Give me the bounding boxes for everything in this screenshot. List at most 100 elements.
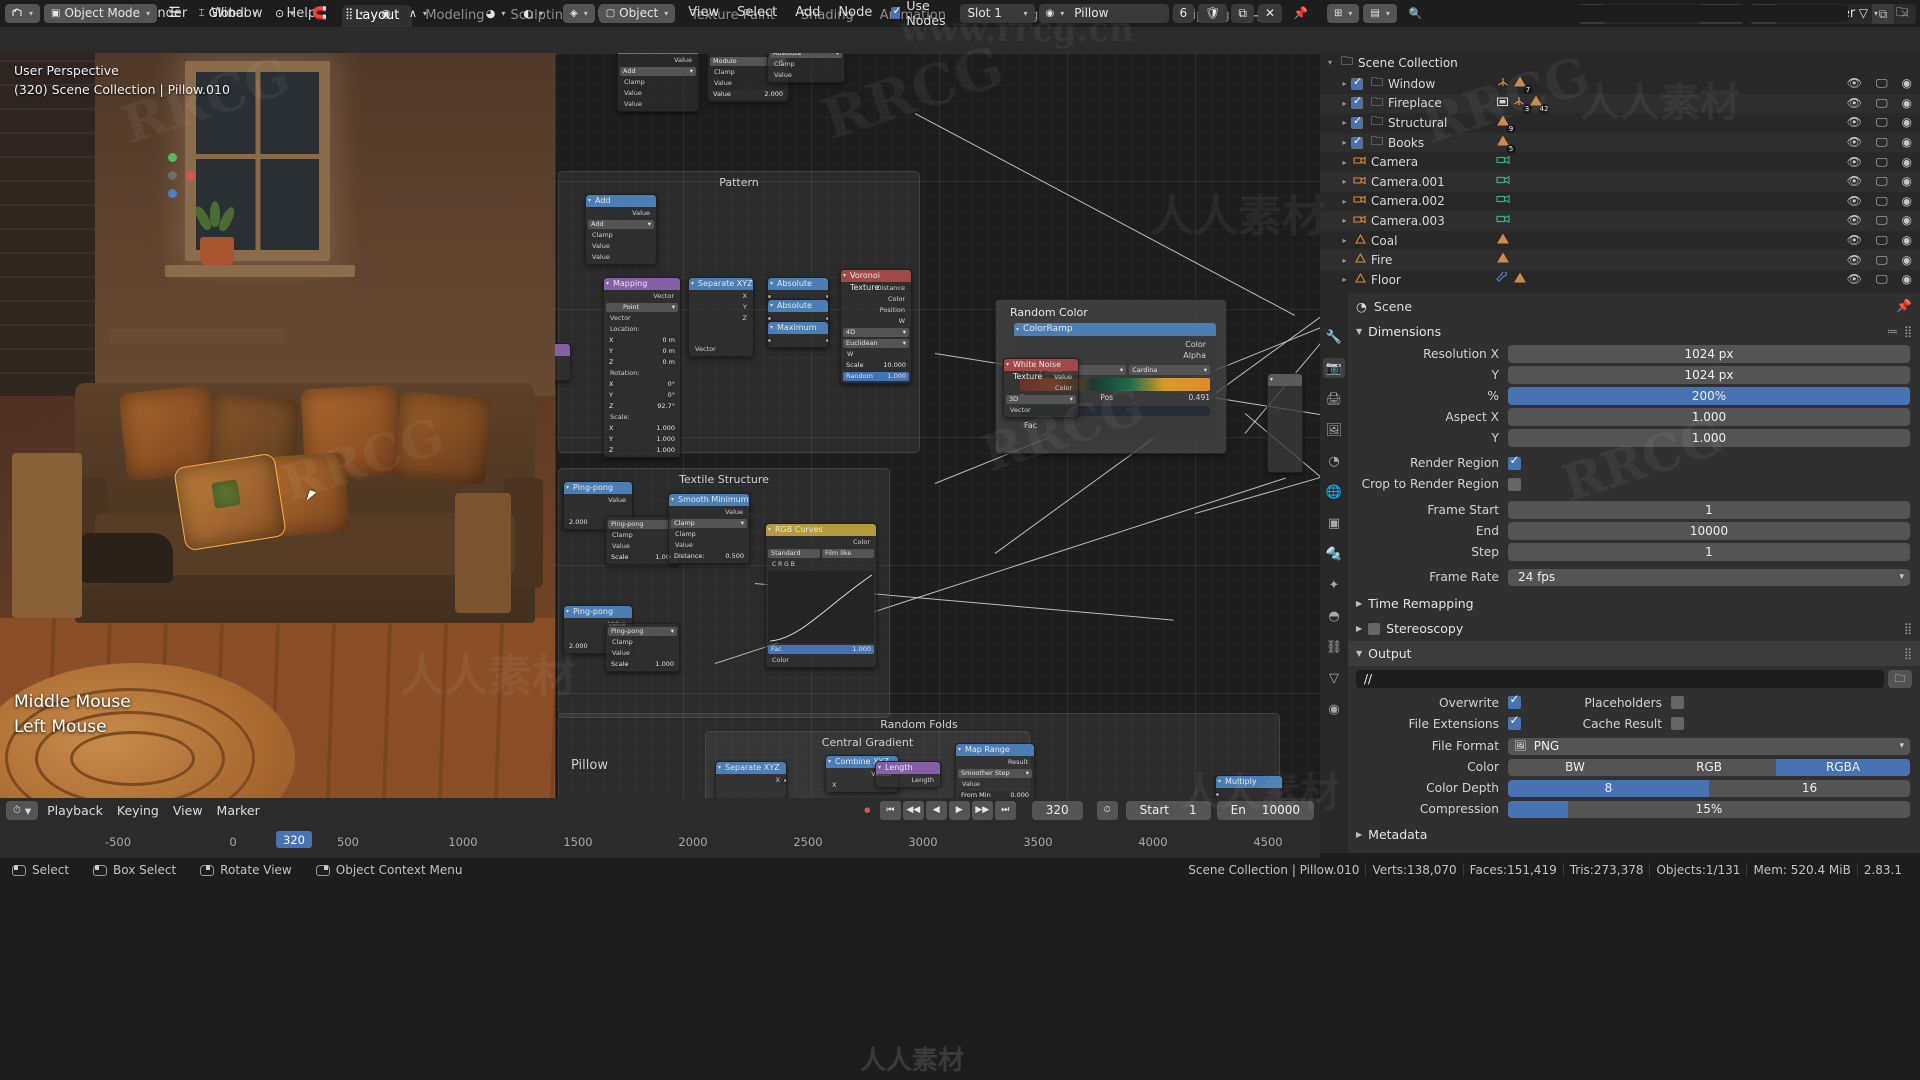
expand-triangle-icon[interactable]: ▸ [1338, 79, 1351, 88]
screen-disable-icon[interactable]: 🖵 [1876, 194, 1888, 209]
prev-keyframe-icon[interactable]: ◀◀ [903, 801, 924, 820]
screen-disable-icon[interactable]: 🖵 [1876, 174, 1888, 189]
node-dimension[interactable]: 4D▾ [843, 328, 909, 337]
new-material-icon[interactable]: ⧉ [1231, 4, 1254, 23]
mesh-data-icon[interactable]: 9 [1496, 115, 1510, 131]
camera-data-icon[interactable] [1496, 174, 1511, 190]
visibility-eye-icon[interactable]: 👁 [1847, 96, 1862, 111]
node-mode[interactable]: Standard [768, 549, 820, 558]
chevron-right-icon[interactable]: ▶ [1356, 830, 1362, 839]
render-camera-icon[interactable]: ◉ [1902, 272, 1912, 287]
node-loc-y[interactable]: Y0 m [606, 347, 678, 356]
mesh-data-icon[interactable]: 7 [1513, 76, 1527, 92]
tab-material[interactable]: ◉ [1323, 699, 1345, 719]
frame-value[interactable]: 10000 [1508, 522, 1910, 540]
dimension-row[interactable]: Resolution X1024 px [1348, 344, 1910, 364]
node-math-add-top[interactable]: Add Value Add▾ Clamp Value Value [617, 53, 699, 112]
visibility-eye-icon[interactable]: 👁 [1847, 194, 1862, 209]
node-fac[interactable]: Fac1.000 [768, 645, 874, 654]
output-path-row[interactable]: // 🗀 [1356, 670, 1912, 688]
tab-data[interactable]: ▽ [1323, 668, 1345, 688]
visibility-eye-icon[interactable]: 👁 [1847, 135, 1862, 150]
node-scale[interactable]: Scale10.000 [843, 361, 909, 370]
dimension-value[interactable]: 1.000 [1508, 429, 1910, 447]
editor-type-icon[interactable]: ▾ [5, 4, 40, 23]
screen-disable-icon[interactable]: 🖵 [1876, 155, 1888, 170]
node-scl-z[interactable]: Z1.000 [606, 446, 678, 455]
stereoscopy-section[interactable]: ▶ Stereoscopy ⣿ [1348, 616, 1920, 641]
node-tone[interactable]: Film like [822, 549, 874, 558]
visibility-eye-icon[interactable]: 👁 [1847, 272, 1862, 287]
record-icon[interactable]: ⏺ [857, 801, 878, 820]
frame-rate-row[interactable]: Frame Rate 24 fps ▾ [1348, 568, 1910, 588]
crop-region-row[interactable]: Crop to Render Region [1348, 475, 1910, 495]
node-rgb-curves[interactable]: RGB Curves Color Standard Film like C R … [765, 523, 877, 668]
node-partial-left[interactable] [555, 343, 571, 381]
node-loc-x[interactable]: X0 m [606, 336, 678, 345]
outliner-row-camera[interactable]: ▸Camera👁🖵◉ [1320, 152, 1920, 172]
output-checkbox[interactable] [1671, 717, 1684, 730]
object-mode-dropdown[interactable]: ▣ Object Mode▾ [44, 4, 157, 23]
render-camera-icon[interactable]: ◉ [1902, 233, 1912, 248]
node-length-folds[interactable]: Length Length [875, 761, 941, 788]
tab-tool[interactable]: 🔧 [1323, 327, 1345, 347]
tab-modifier[interactable]: 🔩 [1323, 544, 1345, 564]
dimension-row[interactable]: Y1024 px [1348, 365, 1910, 385]
expand-triangle-icon[interactable]: ▸ [1338, 256, 1351, 265]
dimension-row[interactable]: Aspect X1.000 [1348, 407, 1910, 427]
outliner-row-camera-001[interactable]: ▸Camera.001👁🖵◉ [1320, 172, 1920, 192]
proportional-edit-icon[interactable]: ◉ [374, 4, 398, 23]
empty-icon[interactable]: 3 [1512, 95, 1526, 111]
snap-grid-icon[interactable]: ⣿▾ [338, 4, 370, 23]
hamburger-icon[interactable]: ☰ [161, 4, 188, 23]
expand-triangle-icon[interactable]: ▸ [1338, 118, 1351, 127]
render-region-checkbox[interactable] [1508, 457, 1521, 470]
collection-checkbox[interactable] [1351, 137, 1363, 149]
visibility-eye-icon[interactable]: 👁 [1847, 233, 1862, 248]
falloff-curve-icon[interactable]: ∧▾ [402, 4, 434, 23]
outliner-row-books[interactable]: ▸🗀Books5👁🖵◉ [1320, 133, 1920, 153]
crop-region-checkbox[interactable] [1508, 478, 1521, 491]
output-checkbox[interactable] [1671, 696, 1684, 709]
node-menu-select[interactable]: Select [728, 0, 786, 26]
node-menu-node[interactable]: Node [829, 0, 881, 26]
visibility-eye-icon[interactable]: 👁 [1847, 76, 1862, 91]
properties-editor[interactable]: 🔧📷🖨🖼◔🌐▣🔩✦◓⛓▽◉ ◔ Scene 📌 ▼ Dimensions ≔ ⣿… [1320, 293, 1920, 853]
color-segmented-control[interactable]: BWRGBRGBA [1508, 759, 1910, 777]
material-selector[interactable]: ◉▾ Pillow [1039, 4, 1169, 23]
screen-disable-icon[interactable]: 🖵 [1876, 135, 1888, 150]
segment-bw[interactable]: BW [1508, 759, 1642, 777]
mesh-data-icon[interactable] [1496, 233, 1510, 249]
shading-type-dropdown[interactable]: ▢ Object▾ [599, 4, 676, 23]
overlays-icon[interactable]: ◐▾ [516, 4, 550, 23]
tab-constraints[interactable]: ⛓ [1323, 637, 1345, 657]
modifier-icon[interactable] [1496, 272, 1510, 288]
node-scale[interactable]: Scale1.000 [608, 553, 677, 562]
node-math-maximum[interactable]: Maximum [767, 321, 829, 348]
frame-row[interactable]: Frame Start1 [1348, 500, 1910, 520]
use-nodes-toggle[interactable]: Use Nodes [891, 0, 956, 28]
jump-start-icon[interactable]: ⏮ [880, 801, 901, 820]
stereoscopy-checkbox[interactable] [1368, 623, 1380, 635]
new-collection-icon[interactable]: 🗀 [1889, 4, 1915, 23]
node-voronoi-texture[interactable]: Voronoi Texture Distance Color Position … [840, 269, 912, 384]
screen-disable-icon[interactable]: 🖵 [1876, 76, 1888, 91]
unlink-icon[interactable]: ✕ [1258, 4, 1282, 23]
collection-checkbox[interactable] [1351, 78, 1363, 90]
node-clamp[interactable]: Clamp [770, 60, 842, 69]
empty-icon[interactable] [1496, 76, 1510, 92]
node-math-add-pattern[interactable]: Add Value Add▾ Clamp Value Value [585, 194, 657, 265]
timeline-menu-keying[interactable]: Keying [110, 801, 166, 820]
output-checkbox[interactable] [1508, 696, 1521, 709]
compression-row[interactable]: Compression 15% [1348, 800, 1910, 820]
frame-row[interactable]: Step1 [1348, 542, 1910, 562]
outliner-row-window[interactable]: ▸🗀Window7👁🖵◉ [1320, 74, 1920, 94]
colorramp-interpolation[interactable]: Cardina▾ [1129, 365, 1210, 375]
collection-checkbox[interactable] [1351, 117, 1363, 129]
node-clamp[interactable]: Clamp [608, 638, 677, 647]
transform-orientation-dropdown[interactable]: ⌶ Global▾ [192, 4, 264, 23]
node-map-range-folds[interactable]: Map Range Result Smoother Step▾ Value Fr… [955, 743, 1035, 798]
compression-slider[interactable]: 15% [1508, 801, 1910, 819]
node-clamp[interactable]: Clamp [620, 78, 696, 87]
outliner-row-camera-003[interactable]: ▸Camera.003👁🖵◉ [1320, 211, 1920, 231]
